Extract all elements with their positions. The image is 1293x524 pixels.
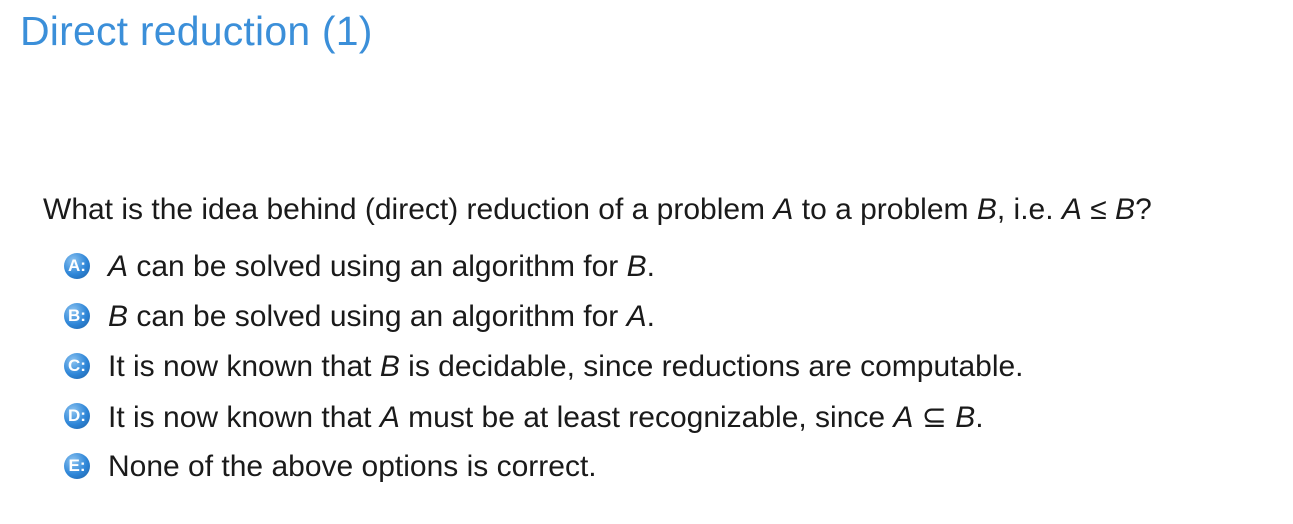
answer-options: A: A can be solved using an algorithm for…: [64, 242, 1024, 492]
option-math-variable: A: [379, 400, 400, 434]
option-math-variable: B: [108, 300, 129, 333]
option-text-part: can be solved using an algorithm for: [128, 250, 627, 283]
question-text-mid: to a problem: [793, 193, 977, 226]
option-badge-letter: E:: [68, 456, 86, 475]
option-badge-icon: A:: [64, 253, 92, 281]
option-badge-letter: D:: [68, 406, 86, 425]
question-text-before: What is the idea behind (direct) reducti…: [43, 193, 774, 226]
question-text: What is the idea behind (direct) reducti…: [43, 192, 1152, 228]
option-text: B can be solved using an algorithm for A…: [108, 300, 655, 334]
option-badge-letter: B:: [68, 306, 86, 325]
option-badge-icon: B:: [64, 303, 92, 331]
option-text-part: can be solved using an algorithm for: [128, 300, 627, 333]
question-var-b: B: [976, 193, 997, 226]
question-text-end: ?: [1135, 193, 1152, 226]
option-math-variable: A: [893, 400, 914, 434]
option-text: None of the above options is correct.: [108, 450, 597, 484]
option-math-variable: A: [108, 250, 129, 283]
option-math-variable: B: [955, 400, 976, 434]
option-text-part: is decidable, since reductions are compu…: [399, 350, 1024, 383]
question-text-ie: , i.e.: [996, 193, 1062, 226]
question-var-a: A: [773, 193, 794, 226]
option-text-part: .: [646, 300, 655, 333]
option-text-part: ⊆: [913, 400, 956, 434]
answer-option: D: It is now known that A must be at leas…: [64, 392, 1024, 442]
option-text-part: .: [975, 400, 984, 434]
option-badge-icon: D:: [64, 403, 92, 431]
option-math-variable: A: [626, 300, 647, 333]
answer-option: A: A can be solved using an algorithm for…: [64, 242, 1024, 292]
question-rel-op: ≤: [1081, 193, 1116, 226]
option-badge-icon: C:: [64, 353, 92, 381]
option-text-part: It is now known that: [108, 350, 380, 383]
answer-option: C: It is now known that B is decidable, s…: [64, 342, 1024, 392]
option-badge-letter: A:: [68, 256, 86, 275]
answer-option: E: None of the above options is correct.: [64, 442, 1024, 492]
option-math-variable: B: [379, 350, 400, 383]
slide-title: Direct reduction (1): [20, 8, 373, 54]
option-badge-icon: E:: [64, 453, 92, 481]
answer-option: B: B can be solved using an algorithm for…: [64, 292, 1024, 342]
option-text: It is now known that A must be at least …: [108, 400, 984, 435]
option-text-part: .: [646, 250, 655, 283]
question-rel-lhs: A: [1061, 193, 1082, 226]
option-text-part: None of the above options is correct.: [108, 450, 597, 483]
option-badge-letter: C:: [68, 356, 86, 375]
option-text: A can be solved using an algorithm for B…: [108, 250, 655, 284]
option-text-part: It is now known that: [108, 400, 380, 434]
option-text: It is now known that B is decidable, sin…: [108, 350, 1024, 384]
question-rel-rhs: B: [1115, 193, 1136, 226]
option-text-part: must be at least recognizable, since: [399, 400, 894, 434]
option-math-variable: B: [626, 250, 647, 283]
